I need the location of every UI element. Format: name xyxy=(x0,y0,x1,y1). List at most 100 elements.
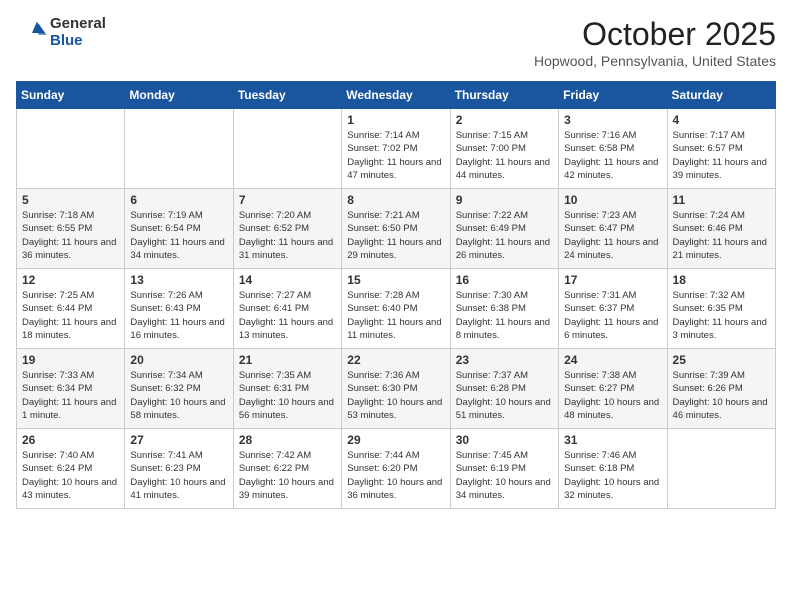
day-info: Sunrise: 7:26 AM Sunset: 6:43 PM Dayligh… xyxy=(130,289,227,342)
week-row-1: 1Sunrise: 7:14 AM Sunset: 7:02 PM Daylig… xyxy=(17,109,776,189)
day-info: Sunrise: 7:24 AM Sunset: 6:46 PM Dayligh… xyxy=(673,209,770,262)
day-number: 4 xyxy=(673,113,770,127)
day-cell: 11 Sunrise: 7:24 AM Sunset: 6:46 PM Dayli… xyxy=(667,189,775,269)
day-info: Sunrise: 7:22 AM Sunset: 6:49 PM Dayligh… xyxy=(456,209,553,262)
col-wednesday: Wednesday xyxy=(342,82,450,109)
day-number: 18 xyxy=(673,273,770,287)
day-cell xyxy=(667,429,775,509)
day-cell: 7Sunrise: 7:20 AM Sunset: 6:52 PM Daylig… xyxy=(233,189,341,269)
day-number: 29 xyxy=(347,433,444,447)
day-cell: 28 Sunrise: 7:42 AM Sunset: 6:22 PM Dayli… xyxy=(233,429,341,509)
day-cell: 4 Sunrise: 7:17 AM Sunset: 6:57 PM Daylig… xyxy=(667,109,775,189)
logo: General Blue xyxy=(16,16,106,49)
day-number: 30 xyxy=(456,433,553,447)
day-cell: 17 Sunrise: 7:31 AM Sunset: 6:37 PM Dayli… xyxy=(559,269,667,349)
day-number: 17 xyxy=(564,273,661,287)
day-info: Sunrise: 7:40 AM Sunset: 6:24 PM Dayligh… xyxy=(22,449,119,502)
week-row-2: 5 Sunrise: 7:18 AM Sunset: 6:55 PM Daylig… xyxy=(17,189,776,269)
day-info: Sunrise: 7:38 AM Sunset: 6:27 PM Dayligh… xyxy=(564,369,661,422)
logo-general: General xyxy=(50,16,106,33)
day-cell: 13 Sunrise: 7:26 AM Sunset: 6:43 PM Dayli… xyxy=(125,269,233,349)
day-info: Sunrise: 7:30 AM Sunset: 6:38 PM Dayligh… xyxy=(456,289,553,342)
day-number: 13 xyxy=(130,273,227,287)
day-info: Sunrise: 7:36 AM Sunset: 6:30 PM Dayligh… xyxy=(347,369,444,422)
day-info: Sunrise: 7:27 AM Sunset: 6:41 PM Dayligh… xyxy=(239,289,336,342)
day-number: 20 xyxy=(130,353,227,367)
day-cell: 9 Sunrise: 7:22 AM Sunset: 6:49 PM Daylig… xyxy=(450,189,558,269)
day-number: 6 xyxy=(130,193,227,207)
day-number: 14 xyxy=(239,273,336,287)
day-number: 22 xyxy=(347,353,444,367)
day-cell: 2Sunrise: 7:15 AM Sunset: 7:00 PM Daylig… xyxy=(450,109,558,189)
col-tuesday: Tuesday xyxy=(233,82,341,109)
day-cell: 12 Sunrise: 7:25 AM Sunset: 6:44 PM Dayli… xyxy=(17,269,125,349)
week-row-5: 26Sunrise: 7:40 AM Sunset: 6:24 PM Dayli… xyxy=(17,429,776,509)
day-number: 10 xyxy=(564,193,661,207)
day-number: 23 xyxy=(456,353,553,367)
day-info: Sunrise: 7:41 AM Sunset: 6:23 PM Dayligh… xyxy=(130,449,227,502)
day-cell: 30 Sunrise: 7:45 AM Sunset: 6:19 PM Dayli… xyxy=(450,429,558,509)
day-info: Sunrise: 7:35 AM Sunset: 6:31 PM Dayligh… xyxy=(239,369,336,422)
day-number: 11 xyxy=(673,193,770,207)
day-info: Sunrise: 7:14 AM Sunset: 7:02 PM Dayligh… xyxy=(347,129,444,182)
day-number: 21 xyxy=(239,353,336,367)
day-info: Sunrise: 7:21 AM Sunset: 6:50 PM Dayligh… xyxy=(347,209,444,262)
col-monday: Monday xyxy=(125,82,233,109)
day-number: 9 xyxy=(456,193,553,207)
day-number: 2 xyxy=(456,113,553,127)
day-info: Sunrise: 7:25 AM Sunset: 6:44 PM Dayligh… xyxy=(22,289,119,342)
day-number: 27 xyxy=(130,433,227,447)
col-sunday: Sunday xyxy=(17,82,125,109)
day-cell: 3 Sunrise: 7:16 AM Sunset: 6:58 PM Daylig… xyxy=(559,109,667,189)
day-cell: 14 Sunrise: 7:27 AM Sunset: 6:41 PM Dayli… xyxy=(233,269,341,349)
day-cell: 10Sunrise: 7:23 AM Sunset: 6:47 PM Dayli… xyxy=(559,189,667,269)
day-cell xyxy=(233,109,341,189)
col-saturday: Saturday xyxy=(667,82,775,109)
logo-icon xyxy=(16,17,48,49)
logo-blue: Blue xyxy=(50,33,106,50)
day-cell: 18 Sunrise: 7:32 AM Sunset: 6:35 PM Dayli… xyxy=(667,269,775,349)
day-number: 28 xyxy=(239,433,336,447)
day-cell: 1Sunrise: 7:14 AM Sunset: 7:02 PM Daylig… xyxy=(342,109,450,189)
week-row-4: 19Sunrise: 7:33 AM Sunset: 6:34 PM Dayli… xyxy=(17,349,776,429)
day-cell: 29Sunrise: 7:44 AM Sunset: 6:20 PM Dayli… xyxy=(342,429,450,509)
day-number: 12 xyxy=(22,273,119,287)
day-info: Sunrise: 7:42 AM Sunset: 6:22 PM Dayligh… xyxy=(239,449,336,502)
day-number: 16 xyxy=(456,273,553,287)
day-info: Sunrise: 7:32 AM Sunset: 6:35 PM Dayligh… xyxy=(673,289,770,342)
day-cell xyxy=(125,109,233,189)
month-title: October 2025 xyxy=(534,16,776,53)
day-info: Sunrise: 7:16 AM Sunset: 6:58 PM Dayligh… xyxy=(564,129,661,182)
col-friday: Friday xyxy=(559,82,667,109)
day-cell: 26Sunrise: 7:40 AM Sunset: 6:24 PM Dayli… xyxy=(17,429,125,509)
day-info: Sunrise: 7:28 AM Sunset: 6:40 PM Dayligh… xyxy=(347,289,444,342)
day-cell xyxy=(17,109,125,189)
day-number: 24 xyxy=(564,353,661,367)
day-number: 5 xyxy=(22,193,119,207)
day-cell: 6Sunrise: 7:19 AM Sunset: 6:54 PM Daylig… xyxy=(125,189,233,269)
day-number: 15 xyxy=(347,273,444,287)
day-cell: 24 Sunrise: 7:38 AM Sunset: 6:27 PM Dayli… xyxy=(559,349,667,429)
day-info: Sunrise: 7:45 AM Sunset: 6:19 PM Dayligh… xyxy=(456,449,553,502)
day-cell: 5 Sunrise: 7:18 AM Sunset: 6:55 PM Daylig… xyxy=(17,189,125,269)
day-cell: 23 Sunrise: 7:37 AM Sunset: 6:28 PM Dayli… xyxy=(450,349,558,429)
day-cell: 21 Sunrise: 7:35 AM Sunset: 6:31 PM Dayli… xyxy=(233,349,341,429)
day-cell: 25 Sunrise: 7:39 AM Sunset: 6:26 PM Dayli… xyxy=(667,349,775,429)
day-info: Sunrise: 7:34 AM Sunset: 6:32 PM Dayligh… xyxy=(130,369,227,422)
week-row-3: 12 Sunrise: 7:25 AM Sunset: 6:44 PM Dayli… xyxy=(17,269,776,349)
day-info: Sunrise: 7:17 AM Sunset: 6:57 PM Dayligh… xyxy=(673,129,770,182)
day-info: Sunrise: 7:18 AM Sunset: 6:55 PM Dayligh… xyxy=(22,209,119,262)
day-info: Sunrise: 7:37 AM Sunset: 6:28 PM Dayligh… xyxy=(456,369,553,422)
day-cell: 19Sunrise: 7:33 AM Sunset: 6:34 PM Dayli… xyxy=(17,349,125,429)
calendar: Sunday Monday Tuesday Wednesday Thursday… xyxy=(16,81,776,509)
day-cell: 27 Sunrise: 7:41 AM Sunset: 6:23 PM Dayli… xyxy=(125,429,233,509)
day-info: Sunrise: 7:39 AM Sunset: 6:26 PM Dayligh… xyxy=(673,369,770,422)
day-number: 31 xyxy=(564,433,661,447)
day-cell: 8Sunrise: 7:21 AM Sunset: 6:50 PM Daylig… xyxy=(342,189,450,269)
day-number: 3 xyxy=(564,113,661,127)
day-info: Sunrise: 7:46 AM Sunset: 6:18 PM Dayligh… xyxy=(564,449,661,502)
location: Hopwood, Pennsylvania, United States xyxy=(534,53,776,69)
day-info: Sunrise: 7:31 AM Sunset: 6:37 PM Dayligh… xyxy=(564,289,661,342)
day-number: 25 xyxy=(673,353,770,367)
title-block: October 2025 Hopwood, Pennsylvania, Unit… xyxy=(534,16,776,69)
